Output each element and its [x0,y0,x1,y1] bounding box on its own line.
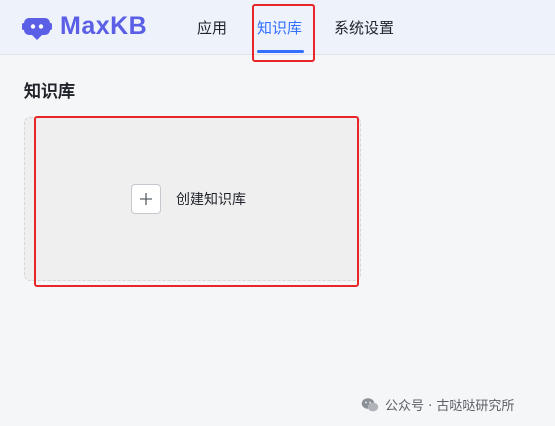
nav-tab-knowledge-base[interactable]: 知识库 [257,17,302,38]
nav-tab-applications[interactable]: 应用 [197,17,227,38]
top-navigation-bar: MaxKB 应用 知识库 系统设置 [0,0,555,55]
robot-logo-icon [22,18,52,40]
app-logo-text[interactable]: MaxKB [60,12,147,41]
watermark-text: 公众号 · 古哒哒研究所 [385,399,515,414]
watermark: 公众号 · 古哒哒研究所 [361,395,514,414]
wechat-icon [361,397,379,411]
plus-icon [131,184,161,214]
nav-tab-system-settings[interactable]: 系统设置 [334,17,394,38]
create-knowledge-base-label: 创建知识库 [176,192,246,208]
create-knowledge-base-button[interactable]: 创建知识库 [131,184,246,214]
page-title: 知识库 [24,82,75,102]
active-tab-indicator [257,50,304,53]
